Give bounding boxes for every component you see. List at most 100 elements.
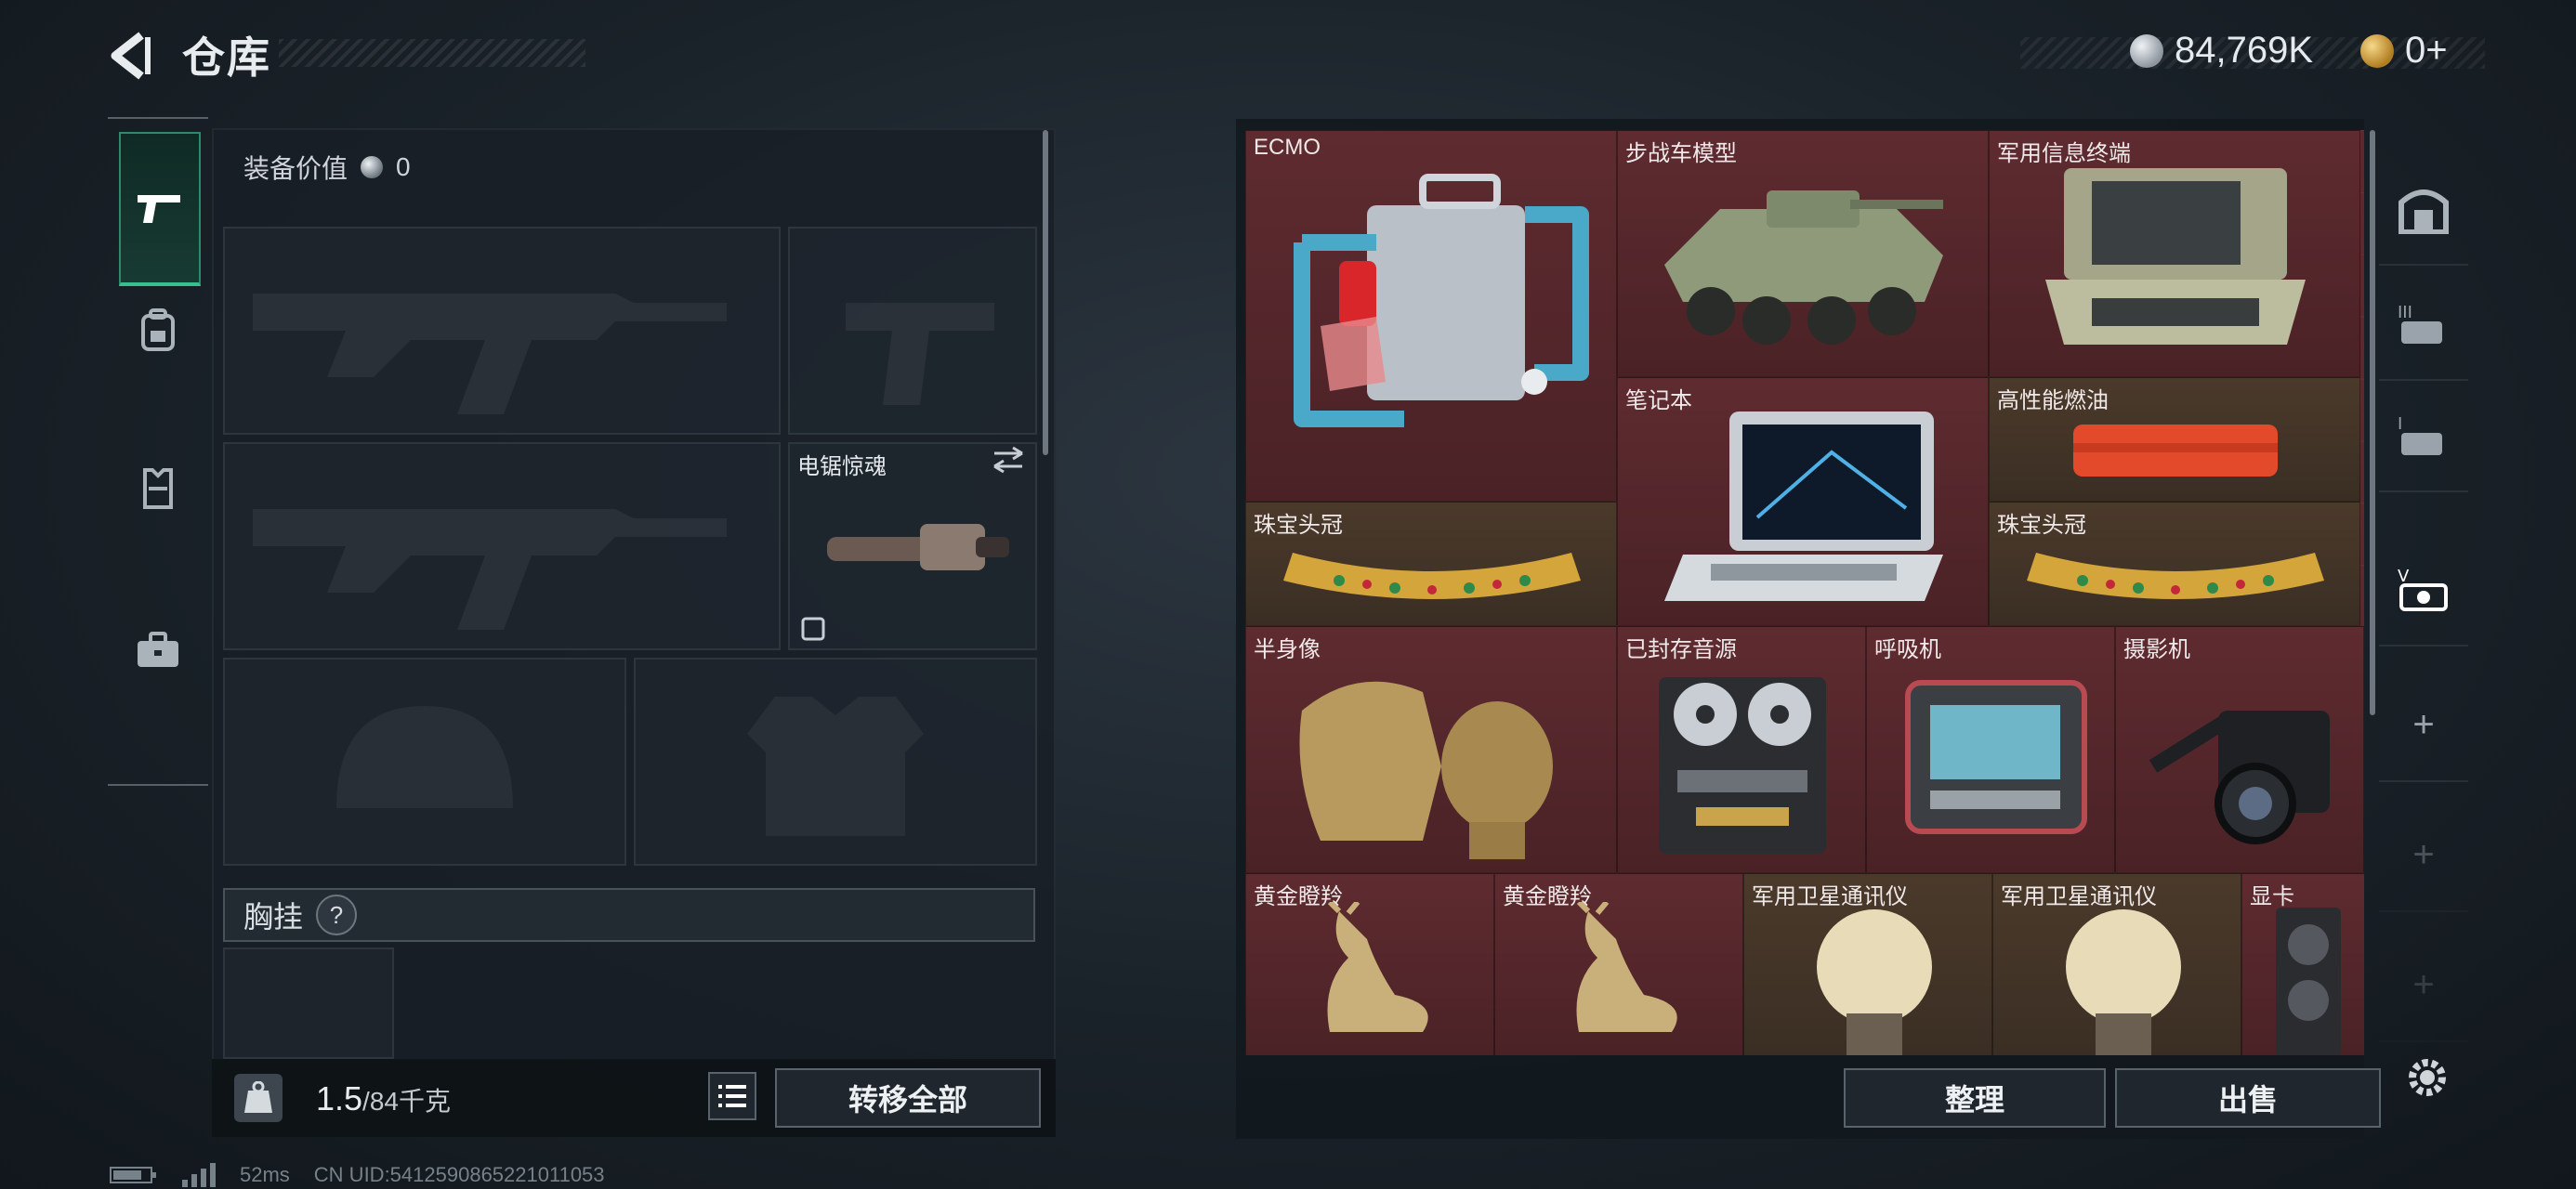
transfer-all-button[interactable]: 转移全部 [775, 1068, 1041, 1128]
silver-coin-icon [2130, 33, 2163, 68]
weight-max: /84千克 [362, 1087, 451, 1116]
equipment-value-label: 装备价值 [243, 154, 348, 183]
stash-grid: ECMO 步战车模型 军用信息终端 笔记本 高性能燃油 珠宝头冠 珠宝头冠 半身… [1245, 130, 2364, 1055]
add-stash-page-button[interactable]: + [2379, 799, 2468, 912]
tab-vest[interactable] [119, 450, 197, 528]
secondary-weapon-slot[interactable] [223, 442, 781, 650]
helmet-silhouette-icon [336, 706, 513, 808]
backpack-icon [141, 308, 175, 351]
briefcase-icon [138, 632, 178, 667]
sell-button[interactable]: 出售 [2115, 1068, 2381, 1128]
stash-item-ecmo[interactable]: ECMO [1245, 130, 1617, 502]
stash-item-satellite-comm[interactable]: 军用卫星通讯仪 [1743, 873, 1992, 1055]
tab-stash-1[interactable]: I [2379, 379, 2468, 492]
laptop-icon [1664, 412, 1943, 601]
back-arrow-icon [111, 32, 151, 80]
crown-icon [1283, 553, 1581, 599]
gazelle-statue-icon [1327, 902, 1428, 1032]
stash-page-5-icon: V [2398, 567, 2448, 611]
equipment-value: 装备价值 0 [243, 149, 411, 186]
list-view-button[interactable] [708, 1072, 756, 1120]
stash-item-laptop[interactable]: 笔记本 [1617, 377, 1989, 626]
chest-rig-label: 胸挂 [243, 900, 304, 934]
rifle-silhouette-icon [253, 509, 727, 630]
storage-icon [2399, 189, 2449, 234]
back-button[interactable] [104, 28, 160, 84]
ventilator-icon [1905, 680, 2087, 834]
stash-item-fuel[interactable]: 高性能燃油 [1989, 377, 2360, 502]
title-decoration [279, 39, 585, 67]
signal-icon [182, 1163, 216, 1187]
help-icon[interactable]: ? [316, 895, 358, 935]
ping-readout: 52ms [240, 1163, 290, 1186]
currency-main: 84,769K [2130, 30, 2313, 72]
stash-item-satellite-comm[interactable]: 军用卫星通讯仪 [1992, 873, 2241, 1055]
ifv-model-icon [1664, 190, 1943, 345]
currency-secondary[interactable]: 0+ [2360, 30, 2448, 72]
stash-item-sealed-audio[interactable]: 已封存音源 [1617, 626, 1866, 873]
graphics-card-icon [2276, 908, 2341, 1055]
uid-readout: CN UID:5412590865221011053 [313, 1163, 605, 1186]
ecmo-machine-icon [1294, 174, 1589, 427]
page-title: 仓库 [182, 33, 271, 82]
svg-text:V: V [2398, 567, 2410, 586]
gold-coin-icon [2360, 33, 2394, 68]
loadout-scrollbar[interactable] [1043, 130, 1048, 455]
armor-slot[interactable] [634, 658, 1037, 866]
stash-item-golden-gazelle[interactable]: 黄金瞪羚 [1494, 873, 1743, 1055]
stash-item-jewel-crown[interactable]: 珠宝头冠 [1989, 502, 2360, 626]
weight-current: 1.5 [316, 1079, 363, 1117]
fuel-can-icon [2073, 425, 2278, 477]
melee-slot[interactable]: 电锯惊魂 [788, 442, 1037, 650]
stash-item-graphics-card[interactable]: 显卡 [2241, 873, 2364, 1055]
reel-to-reel-icon [1659, 677, 1826, 854]
pistol-icon [138, 195, 180, 223]
item-label: 摄影机 [2123, 637, 2190, 662]
primary-weapon-slot[interactable] [223, 227, 781, 435]
stash-item-ifv-model[interactable]: 步战车模型 [1617, 130, 1989, 377]
stash-item-ventilator[interactable]: 呼吸机 [1866, 626, 2115, 873]
svg-text:III: III [2398, 303, 2412, 322]
pistol-silhouette-icon [846, 303, 994, 405]
left-category-tabs [108, 117, 208, 786]
tab-weapons[interactable] [119, 132, 201, 286]
add-stash-page-button[interactable]: + [2379, 669, 2468, 782]
stash-page-3-icon: III [2398, 303, 2442, 344]
armor-silhouette-icon [747, 697, 924, 836]
currency-main-value: 84,769K [2175, 30, 2314, 71]
satellite-dish-icon [1817, 909, 1932, 1055]
vest-icon [143, 468, 173, 509]
weight-icon [234, 1074, 283, 1122]
status-bar: 52ms CN UID:5412590865221011053 [110, 1163, 605, 1187]
equipment-value-amount: 0 [396, 152, 411, 181]
rifle-silhouette-icon [253, 294, 727, 414]
item-label: ECMO [1254, 135, 1321, 160]
satellite-dish-icon [2066, 909, 2181, 1055]
currency-secondary-value: 0+ [2405, 30, 2448, 71]
sort-button[interactable]: 整理 [1844, 1068, 2106, 1128]
stash-item-golden-gazelle[interactable]: 黄金瞪羚 [1245, 873, 1494, 1055]
stash-item-bust[interactable]: 半身像 [1245, 626, 1617, 873]
gazelle-statue-icon [1576, 902, 1677, 1032]
tab-stash-main[interactable] [2379, 152, 2468, 266]
tab-case[interactable] [119, 611, 197, 689]
video-camera-icon [2149, 711, 2330, 844]
stash-item-camera[interactable]: 摄影机 [2115, 626, 2364, 873]
settings-button[interactable] [2401, 1052, 2453, 1104]
tab-backpack[interactable] [119, 292, 197, 370]
stash-scrollbar[interactable] [2370, 130, 2375, 715]
chest-rig-header[interactable]: 胸挂 ? [223, 888, 1035, 942]
tab-stash-5[interactable]: V [2379, 533, 2468, 647]
stash-item-military-terminal[interactable]: 军用信息终端 [1989, 130, 2360, 377]
stash-page-1-icon: I [2398, 414, 2442, 455]
chest-rig-slot[interactable] [223, 947, 394, 1059]
gear-icon [2409, 1059, 2446, 1096]
sidearm-slot[interactable] [788, 227, 1037, 435]
silver-coin-icon [361, 156, 384, 178]
tab-stash-3[interactable]: III [2379, 268, 2468, 381]
military-terminal-icon [2045, 168, 2306, 345]
helmet-slot[interactable] [223, 658, 626, 866]
stash-item-jewel-crown[interactable]: 珠宝头冠 [1245, 502, 1617, 626]
add-stash-page-button[interactable]: + [2379, 929, 2468, 1042]
weight-readout: 1.5/84千克 [316, 1079, 451, 1118]
